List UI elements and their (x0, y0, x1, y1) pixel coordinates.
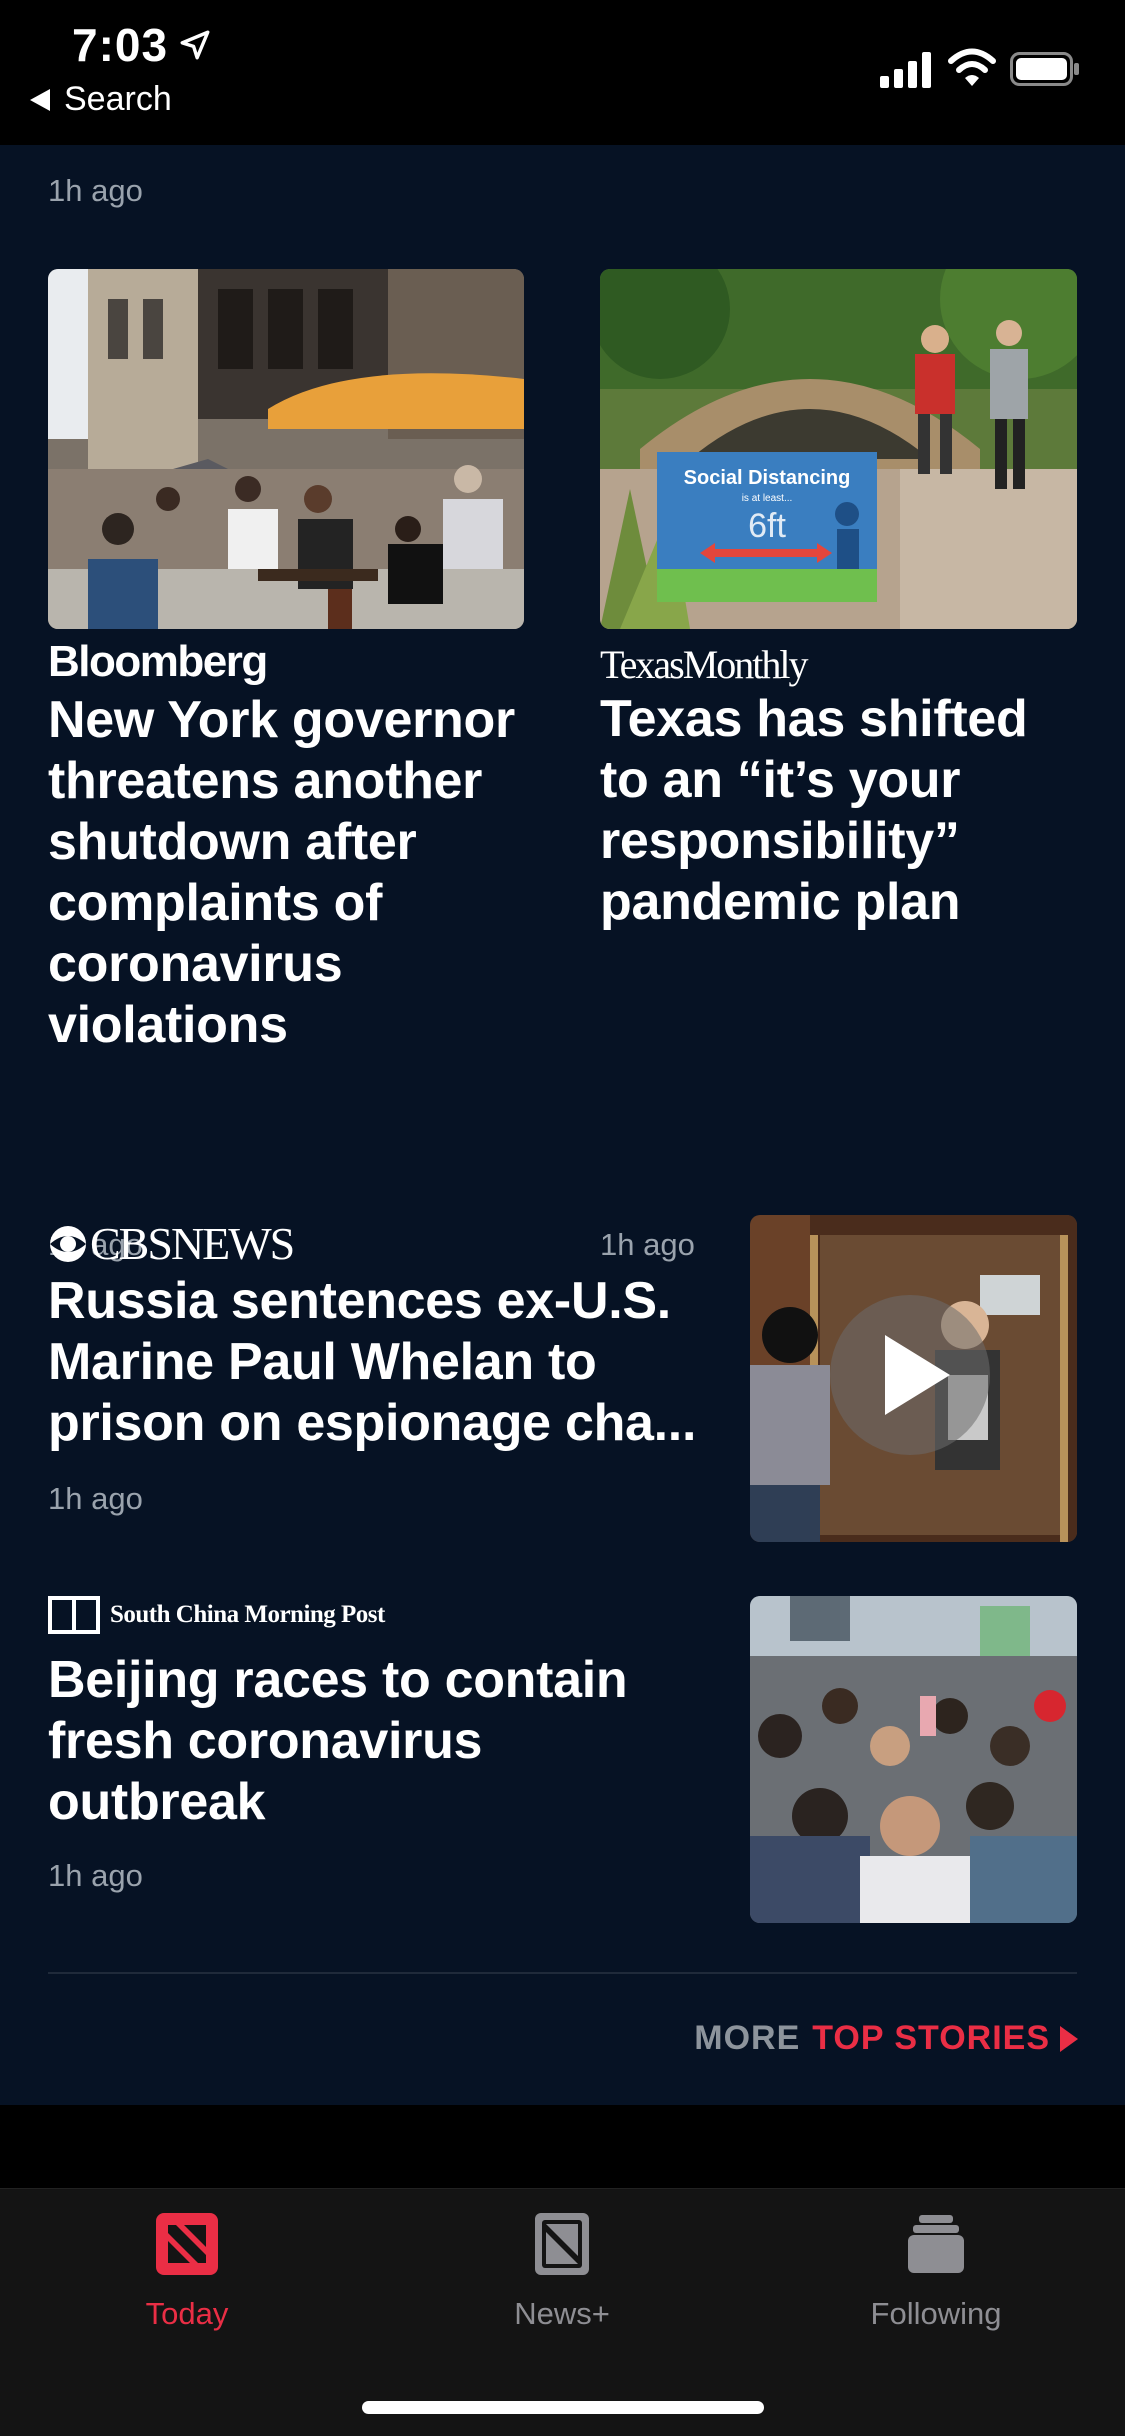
home-indicator[interactable] (362, 2401, 764, 2414)
following-icon (908, 2215, 964, 2273)
wifi-icon (948, 48, 996, 86)
tab-today[interactable]: Today (57, 2211, 317, 2332)
story-timestamp: 1h ago (48, 173, 143, 208)
tab-label: News+ (514, 2296, 610, 2331)
story-timestamp: 1h ago (48, 1858, 143, 1893)
story-headline: Russia sentences ex-U.S. Marine Paul Whe… (48, 1272, 697, 1452)
more-top-stories-link[interactable]: MORE TOP STORIES (694, 2019, 1078, 2058)
story-timestamp: 1h ago (48, 1481, 143, 1516)
story-card-scmp[interactable]: South China Morning Post Beijing races t… (48, 1596, 1077, 1936)
more-accent-label: TOP STORIES (812, 2019, 1050, 2057)
story-image-crowd (750, 1596, 1077, 1923)
news-logo-icon (156, 2213, 218, 2275)
location-arrow-icon (180, 30, 210, 60)
story-image-social-distancing: Social Distancing is at least... 6ft (600, 269, 1077, 629)
publisher-logo-cbsnews: CBSNEWS (48, 1217, 295, 1270)
screen: 7:03 Search 1h ago Bloomberg New York go… (0, 0, 1125, 2436)
sign-subtitle: is at least... (742, 493, 793, 504)
sign-title: Social Distancing (684, 467, 851, 489)
news-plus-icon (535, 2213, 589, 2275)
scmp-logo-icon (48, 1596, 100, 1634)
tab-label: Today (145, 2296, 229, 2331)
publisher-logo-bloomberg: Bloomberg (48, 637, 268, 686)
tab-following[interactable]: Following (806, 2211, 1066, 2332)
battery-icon (1010, 52, 1079, 86)
sign-value: 6ft (748, 507, 786, 545)
story-headline: New York governor threatens another shut… (48, 691, 515, 1054)
story-headline: Beijing races to contain fresh coronavir… (48, 1651, 628, 1831)
tab-label: Following (870, 2296, 1002, 2331)
back-to-search-button[interactable]: Search (30, 80, 172, 119)
news-feed: 1h ago Bloomberg New York governor threa… (0, 145, 1125, 2105)
cbs-eye-icon (50, 1225, 86, 1262)
story-video-thumbnail[interactable] (750, 1215, 1077, 1542)
feed-bottom-gap (0, 2105, 1125, 2188)
story-image-cafe (48, 269, 524, 629)
publisher-name: CBSNEWS (90, 1218, 295, 1269)
story-card-texasmonthly[interactable]: Social Distancing is at least... 6ft Tex… (600, 269, 1077, 1324)
tab-bar: Today News+ Following (0, 2188, 1125, 2436)
publisher-logo-scmp: South China Morning Post (48, 1596, 385, 1634)
story-headline: Texas has shifted to an “it’s your respo… (600, 690, 1028, 931)
back-label: Search (64, 80, 172, 118)
tab-news-plus[interactable]: News+ (432, 2211, 692, 2332)
feed-divider (48, 1972, 1077, 1974)
back-triangle-icon (30, 88, 50, 111)
status-time: 7:03 (72, 19, 169, 71)
chevron-right-icon (1060, 2025, 1078, 2052)
status-bar: 7:03 Search (0, 0, 1125, 145)
cellular-signal-icon (880, 52, 931, 88)
story-card-bloomberg[interactable]: Bloomberg New York governor threatens an… (48, 269, 524, 1324)
publisher-logo-texasmonthly: TexasMonthly (600, 642, 809, 687)
publisher-name: South China Morning Post (110, 1601, 385, 1628)
story-card-cbsnews[interactable]: CBSNEWS Russia sentences ex-U.S. Marine … (48, 1215, 1077, 1557)
more-label: MORE (694, 2019, 801, 2057)
